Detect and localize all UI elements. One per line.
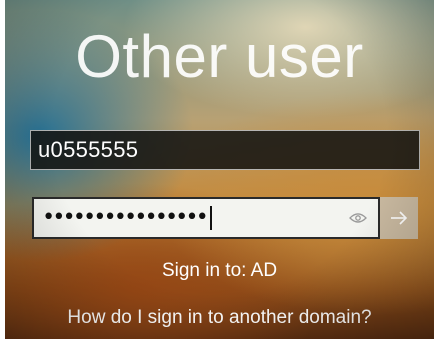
username-input[interactable]: u0555555 bbox=[30, 130, 420, 170]
password-input[interactable]: •••••••••••••••• bbox=[32, 197, 380, 239]
page-title: Other user bbox=[75, 23, 364, 90]
lock-screen-background: Other user u0555555 •••••••••••••••• Sig… bbox=[5, 0, 434, 339]
reveal-password-button[interactable] bbox=[348, 210, 368, 226]
password-value: •••••••••••••••• bbox=[42, 205, 209, 230]
submit-button[interactable] bbox=[380, 197, 418, 239]
arrow-right-icon bbox=[391, 211, 408, 225]
password-row: •••••••••••••••• bbox=[32, 197, 418, 239]
text-caret bbox=[209, 206, 212, 230]
other-domain-link[interactable]: How do I sign in to another domain? bbox=[5, 307, 434, 329]
username-value: u0555555 bbox=[38, 137, 139, 162]
eye-icon bbox=[349, 213, 367, 223]
sign-in-domain-label: Sign in to: AD bbox=[161, 260, 278, 281]
